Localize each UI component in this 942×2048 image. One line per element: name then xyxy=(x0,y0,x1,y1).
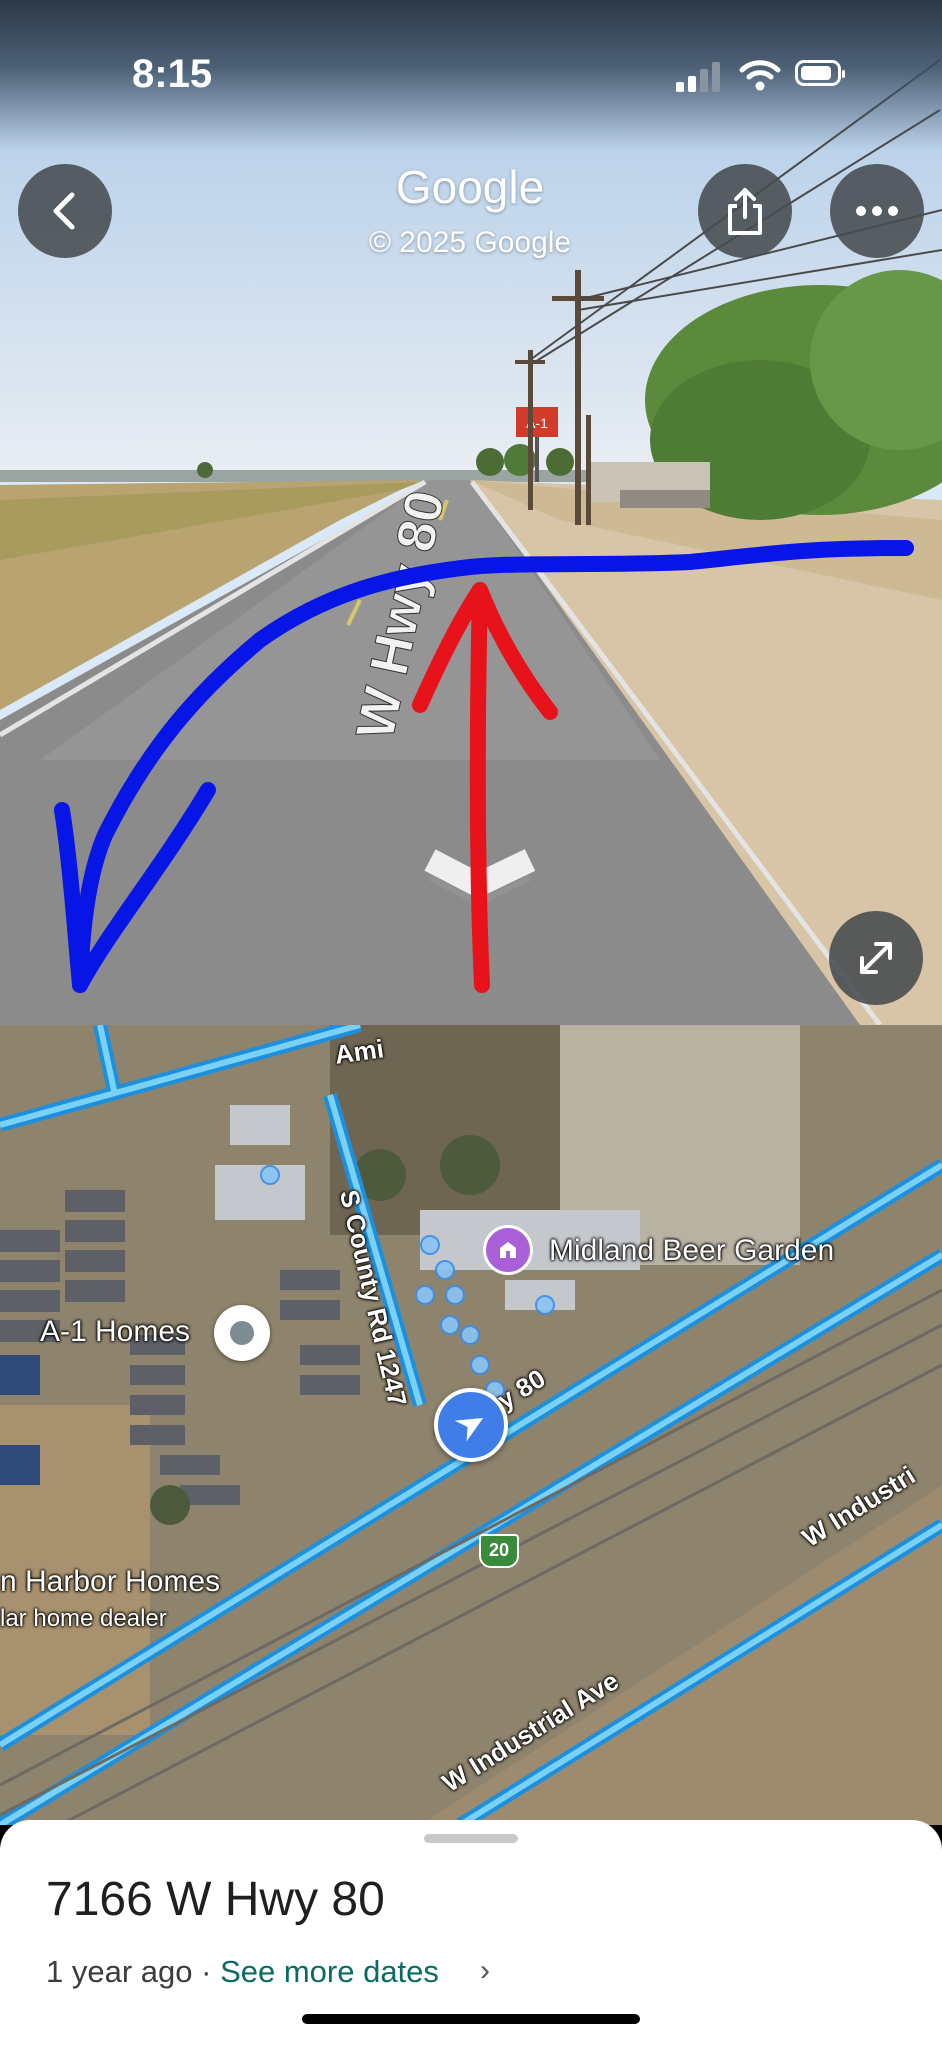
copyright-text: © 2025 Google xyxy=(368,226,572,259)
expand-icon xyxy=(860,942,892,974)
beer-garden-pin[interactable] xyxy=(483,1225,533,1275)
capture-date-row: 1 year ago · See more dates xyxy=(46,1954,439,1990)
sheet-grabber[interactable] xyxy=(424,1834,518,1843)
separator-dot: · xyxy=(192,1954,221,1989)
beer-garden-label[interactable]: Midland Beer Garden xyxy=(549,1234,834,1268)
harbor-homes-label[interactable]: n Harbor Homes xyxy=(0,1565,220,1599)
a1-homes-pin[interactable] xyxy=(214,1305,270,1361)
harbor-homes-sublabel: lar home dealer xyxy=(0,1605,167,1632)
purple-landmark-icon xyxy=(500,1242,516,1258)
street-view-panel[interactable]: A-1 W Hwy 80 8:15 Google © 2025 Google xyxy=(0,0,942,1025)
current-location-marker[interactable] xyxy=(434,1388,508,1462)
address-title: 7166 W Hwy 80 xyxy=(46,1873,385,1926)
wifi-icon xyxy=(739,60,781,91)
more-dots-icon xyxy=(856,206,898,216)
capture-age: 1 year ago xyxy=(46,1954,193,1989)
share-button[interactable] xyxy=(698,164,792,258)
imagery-provider-title: Google xyxy=(395,161,545,213)
status-time: 8:15 xyxy=(132,52,213,96)
a1-homes-label[interactable]: A-1 Homes xyxy=(40,1315,190,1349)
back-arrow-icon xyxy=(53,192,75,230)
home-indicator[interactable] xyxy=(302,2014,640,2024)
cellular-signal-icon xyxy=(676,62,720,92)
more-options-button[interactable] xyxy=(830,164,924,258)
battery-icon xyxy=(795,60,845,86)
status-bar: 8:15 xyxy=(0,0,942,150)
interstate-shield: 20 xyxy=(479,1534,519,1568)
share-icon xyxy=(728,188,762,235)
expand-button[interactable] xyxy=(829,911,923,1005)
chevron-right-icon[interactable]: › xyxy=(480,1954,490,1988)
see-more-dates-link[interactable]: See more dates xyxy=(220,1954,439,1989)
location-arrow-icon xyxy=(454,1418,484,1442)
back-button[interactable] xyxy=(18,164,112,258)
